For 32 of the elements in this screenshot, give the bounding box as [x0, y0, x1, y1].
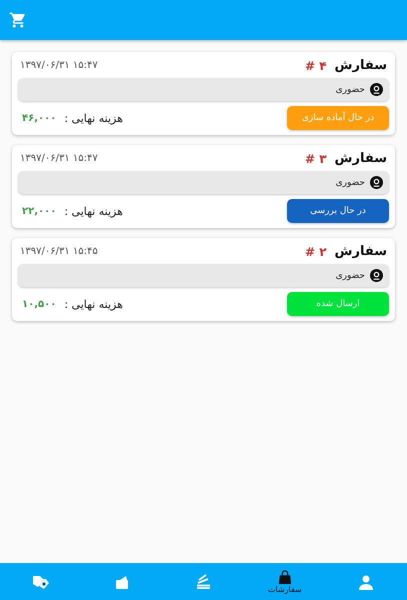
status-button[interactable]: در حال بررسی	[287, 199, 389, 223]
order-number: # ۲	[304, 244, 327, 258]
location-icon	[370, 83, 383, 96]
location-icon	[370, 176, 383, 189]
order-datetime: ۱۳۹۷/۰۶/۳۱ ۱۵:۴۷	[19, 153, 98, 164]
delivery-type: حضوری	[336, 270, 365, 280]
order-card[interactable]: سفارش # ۳ ۱۳۹۷/۰۶/۳۱ ۱۵:۴۷ حضوری در حال بررسی هزینه نهایی : ۲۲,۰۰۰	[12, 145, 395, 228]
cart-icon[interactable]	[9, 11, 27, 29]
cost-value: ۱۰,۵۰۰	[21, 298, 56, 310]
cash-stack-icon	[195, 574, 212, 590]
order-datetime: ۱۳۹۷/۰۶/۳۱ ۱۵:۴۵	[19, 246, 98, 257]
cost-value: ۴۶,۰۰۰	[21, 112, 56, 124]
cost-label: هزینه نهایی :	[64, 112, 123, 124]
order-title: سفارش	[334, 151, 388, 166]
order-title: سفارش	[334, 58, 388, 73]
order-number: # ۴	[304, 58, 327, 72]
tags-icon	[32, 574, 50, 590]
location-icon	[370, 269, 383, 282]
order-card[interactable]: سفارش # ۲ ۱۳۹۷/۰۶/۳۱ ۱۵:۴۵ حضوری ارسال شده هزینه نهایی : ۱۰,۵۰۰	[12, 238, 395, 321]
order-datetime: ۱۳۹۷/۰۶/۳۱ ۱۵:۴۷	[19, 60, 98, 71]
order-title: سفارش	[334, 244, 388, 259]
cost-label: هزینه نهایی :	[64, 298, 123, 310]
order-card[interactable]: سفارش # ۴ ۱۳۹۷/۰۶/۳۱ ۱۵:۴۷ حضوری در حال آماده سازی هزینه نهایی : ۴۶,۰۰۰	[12, 52, 395, 135]
delivery-type: حضوری	[336, 178, 365, 188]
cost-label: هزینه نهایی :	[64, 204, 123, 218]
wallet-icon	[114, 574, 130, 590]
bag-icon	[278, 570, 292, 584]
orders-tab[interactable]: سفارشات	[244, 563, 326, 600]
order-number: # ۳	[304, 152, 327, 166]
delivery-type: حضوری	[336, 84, 365, 94]
user-icon	[358, 574, 374, 590]
cost-value: ۲۲,۰۰۰	[21, 206, 56, 216]
